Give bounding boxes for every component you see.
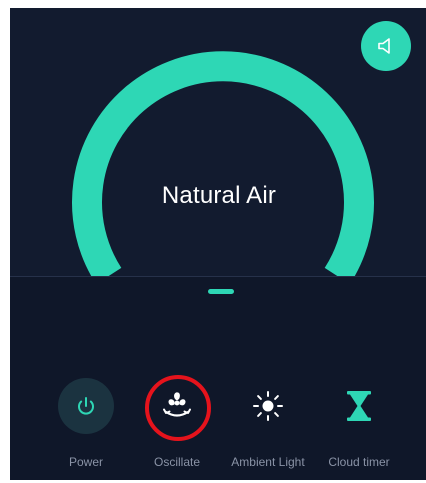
sound-button[interactable]: [361, 21, 411, 71]
oscillate-control[interactable]: Oscillate: [127, 375, 227, 469]
drag-handle[interactable]: [208, 289, 234, 294]
ambient-light-label: Ambient Light: [231, 455, 305, 469]
cloud-timer-label: Cloud timer: [328, 455, 390, 469]
ambient-light-icon-wrap[interactable]: [239, 377, 297, 435]
power-button[interactable]: [58, 378, 114, 434]
control-bar: Power Oscillate Ambient Light Cloud time…: [10, 375, 426, 477]
sun-icon: [253, 391, 283, 421]
highlight-circle: [145, 375, 211, 441]
cloud-timer-icon-wrap[interactable]: [330, 377, 388, 435]
oscillate-icon-wrap[interactable]: [145, 375, 211, 441]
app-screen: Natural Air Power Oscillate Ambient Ligh…: [10, 8, 426, 480]
power-icon: [78, 397, 94, 415]
speaker-icon: [378, 38, 390, 54]
oscillate-label: Oscillate: [153, 455, 200, 469]
cloud-timer-control[interactable]: Cloud timer: [309, 377, 409, 469]
ambient-light-control[interactable]: Ambient Light: [218, 377, 318, 469]
power-control[interactable]: Power: [36, 377, 136, 469]
mode-label: Natural Air: [161, 182, 277, 209]
controls-panel: Power Oscillate Ambient Light Cloud time…: [10, 277, 426, 480]
power-label: Power: [68, 455, 103, 469]
mode-display-panel: Natural Air: [10, 8, 426, 276]
power-icon-wrap[interactable]: [57, 377, 115, 435]
hourglass-icon: [347, 391, 371, 421]
